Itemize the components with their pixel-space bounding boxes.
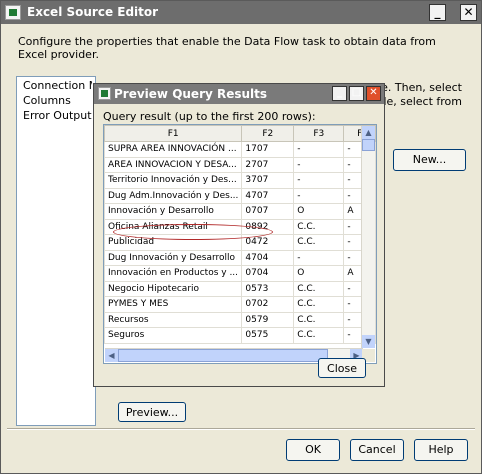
help-button[interactable]: Help <box>414 439 468 461</box>
table-cell: 0575 <box>241 327 295 344</box>
table-cell: 0702 <box>241 296 295 313</box>
table-cell: C.C. <box>293 234 345 251</box>
description: Configure the properties that enable the… <box>18 35 436 61</box>
scroll-left-icon[interactable]: ◀ <box>105 349 118 362</box>
table-cell: 3707 <box>241 172 295 189</box>
vertical-scroll-thumb[interactable] <box>362 139 375 151</box>
table-cell: 0704 <box>241 265 295 282</box>
table-cell: Negocio Hipotecario <box>104 280 243 297</box>
divider <box>7 428 475 430</box>
table-cell: - <box>293 141 345 158</box>
table-cell: Territorio Innovación y Des... <box>104 172 243 189</box>
table-row[interactable]: Oficina Alianzas Retail 0892 C.C. - <box>104 218 376 235</box>
dialog-close-button[interactable]: ✕ <box>366 86 381 101</box>
app-icon <box>5 5 21 20</box>
nav-item[interactable]: Columns <box>20 93 92 108</box>
table-cell: 0579 <box>241 311 295 328</box>
table-cell: Oficina Alianzas Retail <box>104 218 243 235</box>
table-cell: Publicidad <box>104 234 243 251</box>
table-cell: 1707 <box>241 141 295 158</box>
dialog-title-bar: Preview Query Results _ □ ✕ <box>94 84 384 104</box>
table-cell: 4707 <box>241 187 295 204</box>
dialog-icon <box>98 87 111 100</box>
table-row[interactable]: Innovación en Productos y ... 0704 O A <box>104 265 376 282</box>
nav-item[interactable]: Connection Manager <box>20 78 92 93</box>
table-row[interactable]: AREA INNOVACION Y DESA... 2707- - <box>104 156 376 173</box>
table-row[interactable]: Publicidad 0472 C.C. - <box>104 234 376 251</box>
window-title: Excel Source Editor <box>27 5 159 19</box>
table-row[interactable]: Recursos 0579 C.C. - <box>104 311 376 328</box>
table-cell: 4704 <box>241 249 295 266</box>
minimize-button[interactable]: _ <box>429 4 446 21</box>
table-cell: C.C. <box>293 280 345 297</box>
table-row[interactable]: SUPRA AREA INNOVACIÓN ... 1707- - <box>104 141 376 158</box>
nav-item[interactable]: Error Output <box>20 108 92 123</box>
table-cell: 0707 <box>241 203 295 220</box>
table-row[interactable]: Territorio Innovación y Des... 3707- - <box>104 172 376 189</box>
new-button[interactable]: New... <box>393 149 466 171</box>
table-cell: Recursos <box>104 311 243 328</box>
table-cell: - <box>293 156 345 173</box>
dialog-minimize-button[interactable]: _ <box>332 86 347 101</box>
table-cell: C.C. <box>293 296 345 313</box>
table-cell: 2707 <box>241 156 295 173</box>
table-row[interactable]: Dug Innovación y Desarrollo 4704- - <box>104 249 376 266</box>
column-header-f1[interactable]: F1 <box>104 125 243 142</box>
table-row[interactable]: PYMES Y MES 0702 C.C. - <box>104 296 376 313</box>
table-cell: PYMES Y MES <box>104 296 243 313</box>
table-cell: - <box>293 187 345 204</box>
table-row[interactable]: Negocio Hipotecario 0573 C.C. - <box>104 280 376 297</box>
dialog-title: Preview Query Results <box>114 87 268 101</box>
table-cell: SUPRA AREA INNOVACIÓN ... <box>104 141 243 158</box>
table-row[interactable]: Dug Adm.Innovación y Des... 4707- - <box>104 187 376 204</box>
nav-panel: Connection ManagerColumnsError Output <box>16 76 96 426</box>
vertical-scrollbar[interactable]: ▲ ▼ <box>361 126 375 348</box>
table-cell: Dug Innovación y Desarrollo <box>104 249 243 266</box>
table-cell: Innovación y Desarrollo <box>104 203 243 220</box>
table-cell: O <box>293 203 345 220</box>
table-cell: Dug Adm.Innovación y Des... <box>104 187 243 204</box>
column-header-f2[interactable]: F2 <box>241 125 295 142</box>
dialog-close-action-button[interactable]: Close <box>318 358 366 378</box>
query-label: Query result (up to the first 200 rows): <box>103 110 316 123</box>
table-cell: C.C. <box>293 311 345 328</box>
cancel-button[interactable]: Cancel <box>350 439 404 461</box>
horizontal-scroll-thumb[interactable] <box>118 349 328 362</box>
dialog-maximize-button[interactable]: □ <box>349 86 364 101</box>
table-cell: Seguros <box>104 327 243 344</box>
table-cell: Innovación en Productos y ... <box>104 265 243 282</box>
preview-query-results-dialog: Preview Query Results _ □ ✕ Query result… <box>93 83 385 387</box>
results-grid[interactable]: F1 F2 F3 F SUPRA AREA INNOVACIÓN ... 1707… <box>103 124 377 364</box>
table-cell: C.C. <box>293 218 345 235</box>
scroll-up-icon[interactable]: ▲ <box>362 126 375 139</box>
ok-button[interactable]: OK <box>286 439 340 461</box>
preview-button[interactable]: Preview... <box>118 402 186 422</box>
table-cell: C.C. <box>293 327 345 344</box>
table-cell: AREA INNOVACION Y DESA... <box>104 156 243 173</box>
table-cell: O <box>293 265 345 282</box>
table-row[interactable]: Seguros 0575 C.C. - <box>104 327 376 344</box>
table-cell: 0472 <box>241 234 295 251</box>
scroll-down-icon[interactable]: ▼ <box>362 335 375 348</box>
table-cell: - <box>293 172 345 189</box>
table-cell: 0892 <box>241 218 295 235</box>
close-button[interactable]: ✕ <box>460 4 477 21</box>
table-cell: 0573 <box>241 280 295 297</box>
table-row[interactable]: Innovación y Desarrollo 0707 O A <box>104 203 376 220</box>
table-cell: - <box>293 249 345 266</box>
column-header-f3[interactable]: F3 <box>293 125 345 142</box>
title-bar: Excel Source Editor _ ✕ <box>1 1 481 24</box>
